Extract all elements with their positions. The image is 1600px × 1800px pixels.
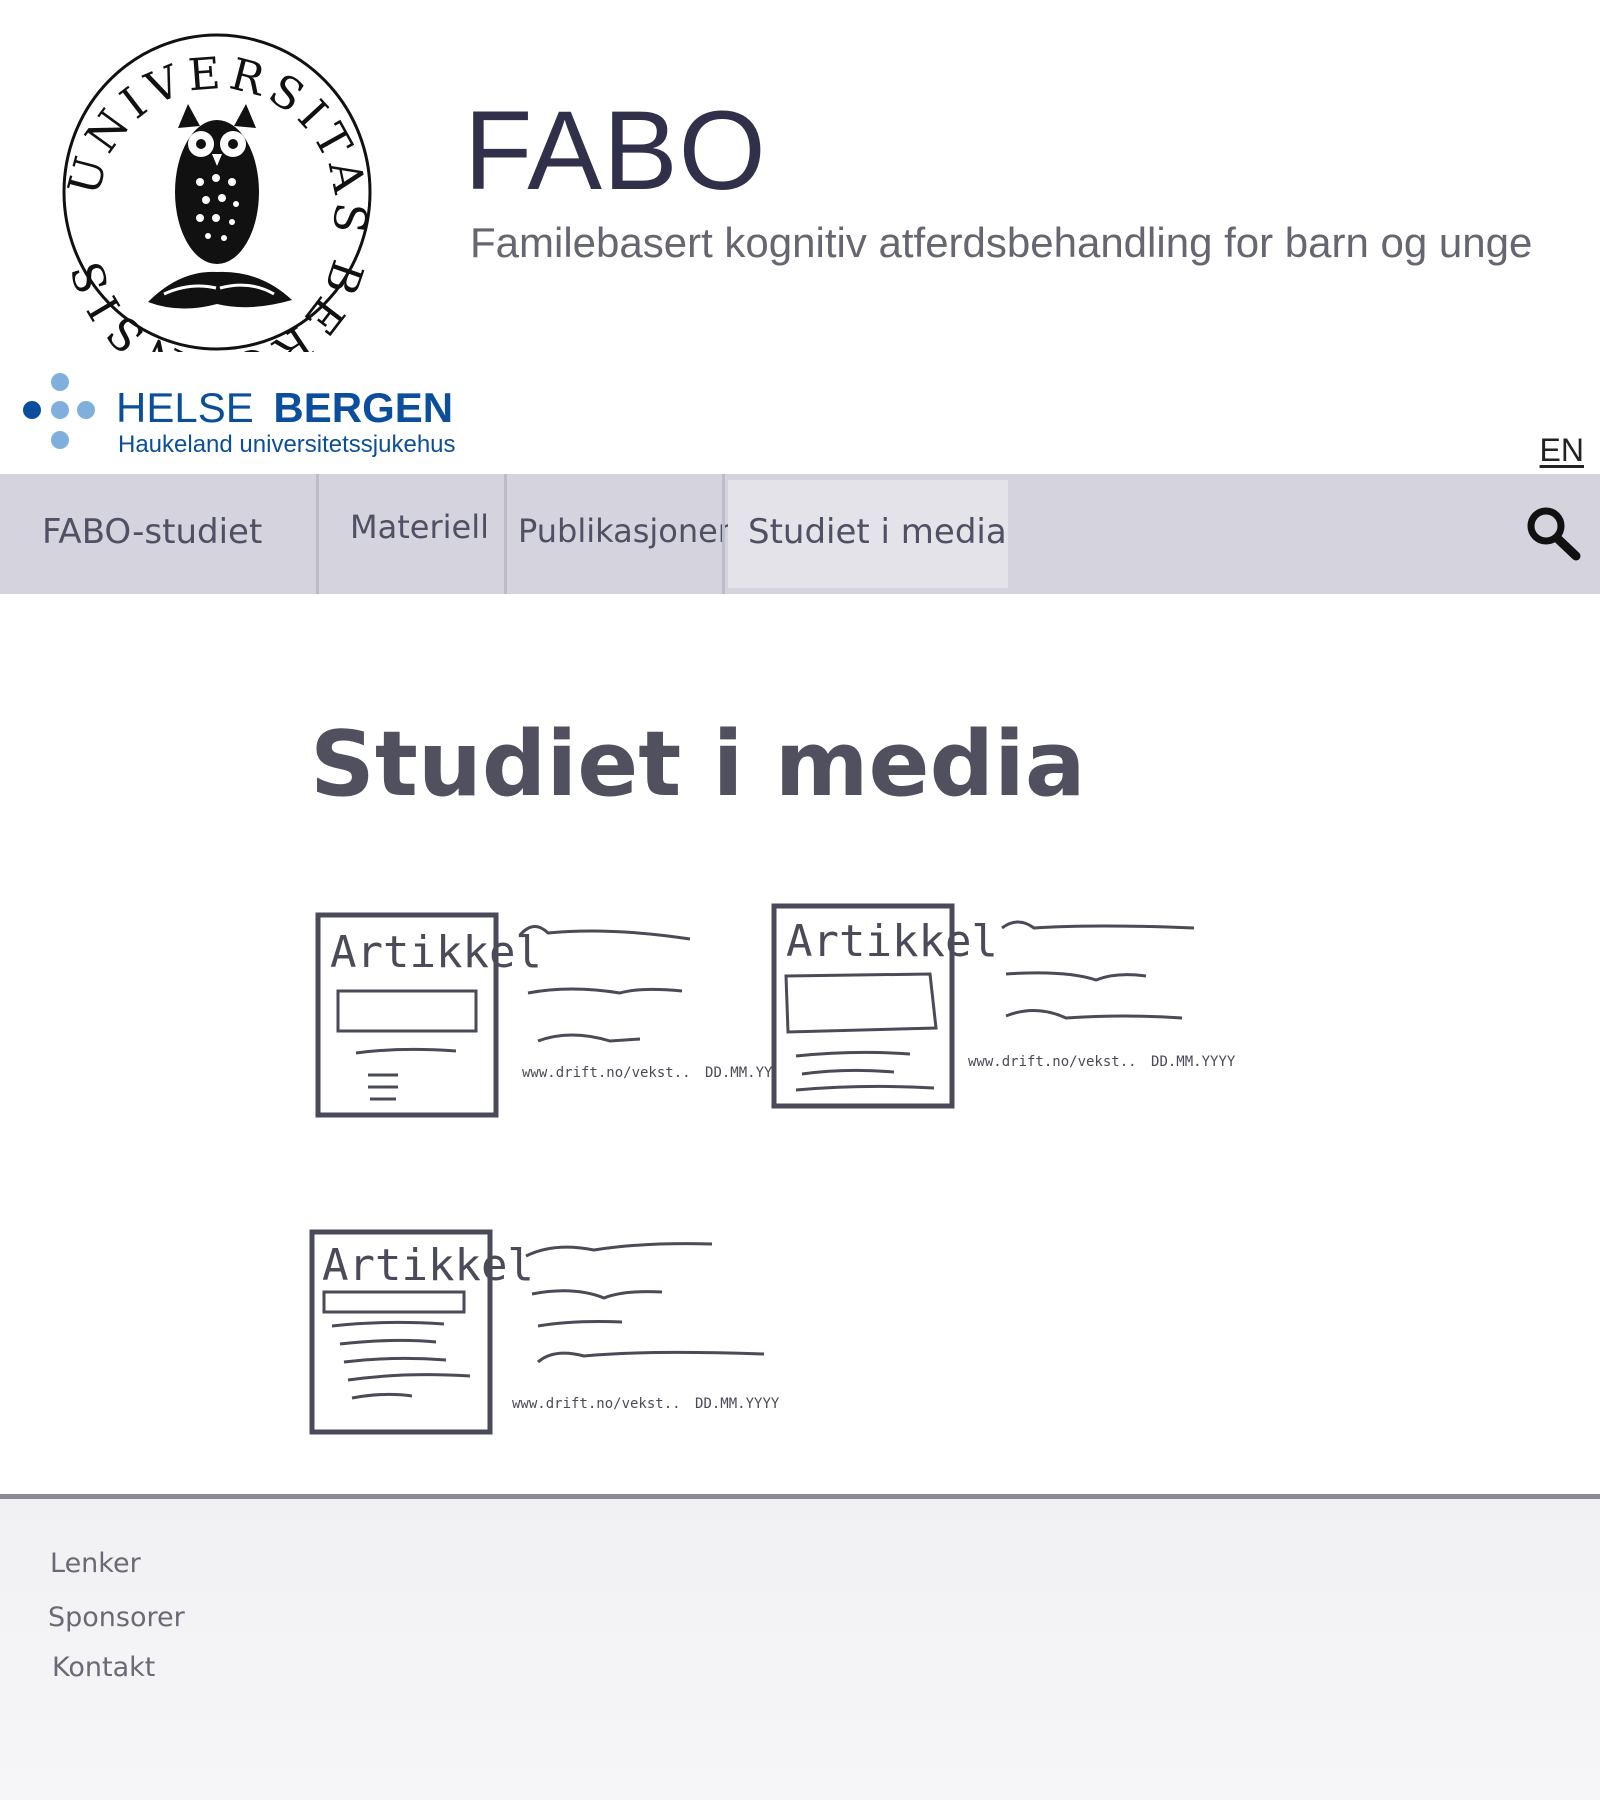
svg-text:www.drift.no/vekst.. DD.: www.drift.no/vekst.. DD.MM.YYYY: [512, 1396, 780, 1412]
article-card[interactable]: Artikkel www.drift.no/vekst.. DD.MM.YYYY: [310, 905, 790, 1130]
site-title: FABO: [464, 88, 767, 213]
article-date: DD.MM.YYYY: [695, 1396, 780, 1412]
language-link-en[interactable]: EN: [1540, 432, 1584, 469]
helse-bergen-logo: HELSE BERGEN Haukeland universitetssjuke…: [18, 370, 468, 460]
article-thumbnail-label: Artikkel: [786, 916, 998, 967]
article-url[interactable]: www.drift.no/vekst..: [522, 1065, 691, 1081]
svg-text:www.drift.no/vekst.. DD.: www.drift.no/vekst.. DD.MM.YYYY: [522, 1065, 790, 1081]
article-url[interactable]: www.drift.no/vekst..: [512, 1396, 681, 1412]
nav-divider: [316, 474, 319, 594]
nav-divider: [504, 474, 507, 594]
nav-item-fabo-studiet[interactable]: FABO-studiet: [42, 474, 262, 594]
article-url[interactable]: www.drift.no/vekst..: [968, 1054, 1137, 1070]
nav-item-studiet-i-media[interactable]: Studiet i media: [748, 474, 1007, 594]
nav-item-publikasjoner[interactable]: Publikasjoner: [518, 474, 731, 594]
footer-link-kontakt[interactable]: Kontakt: [52, 1652, 155, 1683]
article-thumbnail-label: Artikkel: [330, 927, 542, 978]
site-subtitle: Familebasert kognitiv atferdsbehandling …: [470, 219, 1533, 266]
nav-item-materiell[interactable]: Materiell: [350, 474, 489, 594]
footer: Lenker Sponsorer Kontakt: [0, 1499, 1600, 1800]
search-icon: [1527, 507, 1581, 561]
helse-name-light: HELSE: [116, 384, 254, 431]
article-card[interactable]: Artikkel www.drift.no/vekst.. DD.MM.YYYY: [304, 1222, 780, 1447]
helse-name-bold: BERGEN: [273, 384, 453, 431]
article-thumbnail-label: Artikkel: [322, 1240, 534, 1291]
search-button[interactable]: [1524, 504, 1582, 562]
article-card[interactable]: Artikkel www.drift.no/vekst.. DD.MM.YYYY: [766, 898, 1236, 1123]
helse-tagline: Haukeland universitetssjukehus: [118, 431, 456, 458]
svg-text:www.drift.no/vekst.. DD.: www.drift.no/vekst.. DD.MM.YYYY: [968, 1054, 1236, 1070]
footer-link-lenker[interactable]: Lenker: [50, 1548, 141, 1579]
footer-link-sponsorer[interactable]: Sponsorer: [48, 1602, 185, 1633]
helse-dots-icon: [23, 373, 95, 449]
nav-divider: [722, 474, 725, 594]
main-navigation: FABO-studiet Materiell Publikasjoner Stu…: [0, 474, 1600, 594]
page-heading: Studiet i media: [310, 712, 1086, 817]
svg-text:HELSE BERGEN: HELSE BERGEN: [116, 384, 453, 431]
article-date: DD.MM.YYYY: [1151, 1054, 1236, 1070]
uib-seal-logo: UNIVERSITAS BERGENSIS: [59, 32, 374, 396]
